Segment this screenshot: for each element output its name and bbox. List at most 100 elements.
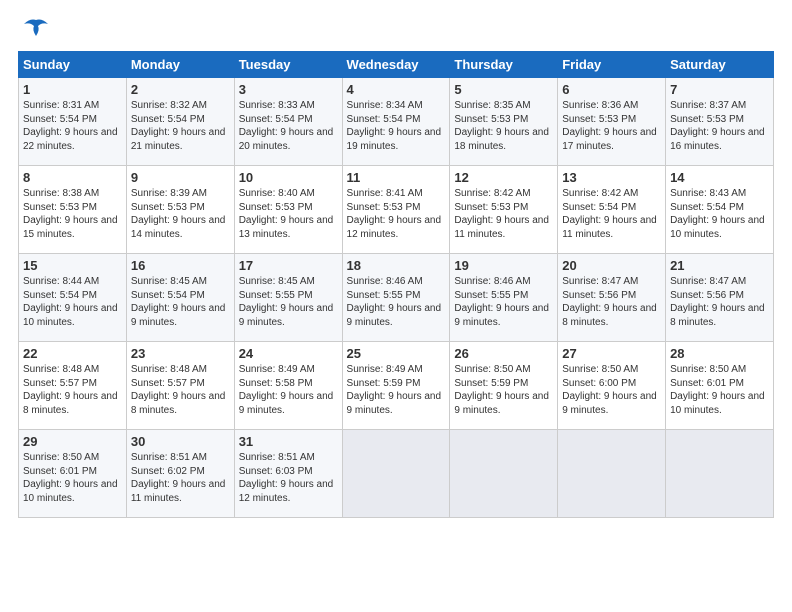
day-number: 23 bbox=[131, 346, 230, 361]
header-day-thursday: Thursday bbox=[450, 52, 558, 78]
day-number: 9 bbox=[131, 170, 230, 185]
cell-details: Sunrise: 8:51 AMSunset: 6:03 PMDaylight:… bbox=[239, 452, 334, 504]
calendar-cell: 29 Sunrise: 8:50 AMSunset: 6:01 PMDaylig… bbox=[19, 430, 127, 518]
day-number: 1 bbox=[23, 82, 122, 97]
day-number: 12 bbox=[454, 170, 553, 185]
day-number: 2 bbox=[131, 82, 230, 97]
header-day-monday: Monday bbox=[126, 52, 234, 78]
cell-details: Sunrise: 8:41 AMSunset: 5:53 PMDaylight:… bbox=[347, 188, 442, 240]
cell-details: Sunrise: 8:36 AMSunset: 5:53 PMDaylight:… bbox=[562, 100, 657, 152]
calendar-cell: 23 Sunrise: 8:48 AMSunset: 5:57 PMDaylig… bbox=[126, 342, 234, 430]
cell-details: Sunrise: 8:49 AMSunset: 5:58 PMDaylight:… bbox=[239, 364, 334, 416]
logo bbox=[18, 18, 50, 45]
day-number: 20 bbox=[562, 258, 661, 273]
calendar-cell bbox=[342, 430, 450, 518]
day-number: 19 bbox=[454, 258, 553, 273]
day-number: 21 bbox=[670, 258, 769, 273]
day-number: 8 bbox=[23, 170, 122, 185]
cell-details: Sunrise: 8:44 AMSunset: 5:54 PMDaylight:… bbox=[23, 276, 118, 328]
header-day-wednesday: Wednesday bbox=[342, 52, 450, 78]
day-number: 5 bbox=[454, 82, 553, 97]
cell-details: Sunrise: 8:46 AMSunset: 5:55 PMDaylight:… bbox=[454, 276, 549, 328]
calendar-cell: 12 Sunrise: 8:42 AMSunset: 5:53 PMDaylig… bbox=[450, 166, 558, 254]
cell-details: Sunrise: 8:47 AMSunset: 5:56 PMDaylight:… bbox=[670, 276, 765, 328]
calendar-cell: 19 Sunrise: 8:46 AMSunset: 5:55 PMDaylig… bbox=[450, 254, 558, 342]
calendar-cell: 5 Sunrise: 8:35 AMSunset: 5:53 PMDayligh… bbox=[450, 78, 558, 166]
calendar-cell: 18 Sunrise: 8:46 AMSunset: 5:55 PMDaylig… bbox=[342, 254, 450, 342]
cell-details: Sunrise: 8:37 AMSunset: 5:53 PMDaylight:… bbox=[670, 100, 765, 152]
calendar-cell: 28 Sunrise: 8:50 AMSunset: 6:01 PMDaylig… bbox=[666, 342, 774, 430]
page-container: SundayMondayTuesdayWednesdayThursdayFrid… bbox=[0, 0, 792, 528]
cell-details: Sunrise: 8:45 AMSunset: 5:55 PMDaylight:… bbox=[239, 276, 334, 328]
cell-details: Sunrise: 8:50 AMSunset: 6:01 PMDaylight:… bbox=[23, 452, 118, 504]
calendar-cell: 11 Sunrise: 8:41 AMSunset: 5:53 PMDaylig… bbox=[342, 166, 450, 254]
calendar-cell: 31 Sunrise: 8:51 AMSunset: 6:03 PMDaylig… bbox=[234, 430, 342, 518]
cell-details: Sunrise: 8:50 AMSunset: 6:01 PMDaylight:… bbox=[670, 364, 765, 416]
day-number: 22 bbox=[23, 346, 122, 361]
calendar-cell: 20 Sunrise: 8:47 AMSunset: 5:56 PMDaylig… bbox=[558, 254, 666, 342]
cell-details: Sunrise: 8:42 AMSunset: 5:53 PMDaylight:… bbox=[454, 188, 549, 240]
header-day-tuesday: Tuesday bbox=[234, 52, 342, 78]
cell-details: Sunrise: 8:38 AMSunset: 5:53 PMDaylight:… bbox=[23, 188, 118, 240]
day-number: 16 bbox=[131, 258, 230, 273]
calendar-table: SundayMondayTuesdayWednesdayThursdayFrid… bbox=[18, 51, 774, 518]
day-number: 25 bbox=[347, 346, 446, 361]
cell-details: Sunrise: 8:34 AMSunset: 5:54 PMDaylight:… bbox=[347, 100, 442, 152]
header-day-sunday: Sunday bbox=[19, 52, 127, 78]
calendar-week-1: 1 Sunrise: 8:31 AMSunset: 5:54 PMDayligh… bbox=[19, 78, 774, 166]
calendar-cell: 14 Sunrise: 8:43 AMSunset: 5:54 PMDaylig… bbox=[666, 166, 774, 254]
day-number: 30 bbox=[131, 434, 230, 449]
header-day-saturday: Saturday bbox=[666, 52, 774, 78]
day-number: 28 bbox=[670, 346, 769, 361]
calendar-cell: 30 Sunrise: 8:51 AMSunset: 6:02 PMDaylig… bbox=[126, 430, 234, 518]
calendar-cell: 10 Sunrise: 8:40 AMSunset: 5:53 PMDaylig… bbox=[234, 166, 342, 254]
day-number: 13 bbox=[562, 170, 661, 185]
cell-details: Sunrise: 8:39 AMSunset: 5:53 PMDaylight:… bbox=[131, 188, 226, 240]
day-number: 14 bbox=[670, 170, 769, 185]
cell-details: Sunrise: 8:50 AMSunset: 6:00 PMDaylight:… bbox=[562, 364, 657, 416]
cell-details: Sunrise: 8:50 AMSunset: 5:59 PMDaylight:… bbox=[454, 364, 549, 416]
cell-details: Sunrise: 8:35 AMSunset: 5:53 PMDaylight:… bbox=[454, 100, 549, 152]
cell-details: Sunrise: 8:48 AMSunset: 5:57 PMDaylight:… bbox=[131, 364, 226, 416]
calendar-cell bbox=[450, 430, 558, 518]
day-number: 4 bbox=[347, 82, 446, 97]
header-row: SundayMondayTuesdayWednesdayThursdayFrid… bbox=[19, 52, 774, 78]
day-number: 17 bbox=[239, 258, 338, 273]
cell-details: Sunrise: 8:48 AMSunset: 5:57 PMDaylight:… bbox=[23, 364, 118, 416]
calendar-cell bbox=[666, 430, 774, 518]
calendar-cell: 25 Sunrise: 8:49 AMSunset: 5:59 PMDaylig… bbox=[342, 342, 450, 430]
calendar-cell: 16 Sunrise: 8:45 AMSunset: 5:54 PMDaylig… bbox=[126, 254, 234, 342]
cell-details: Sunrise: 8:33 AMSunset: 5:54 PMDaylight:… bbox=[239, 100, 334, 152]
calendar-week-3: 15 Sunrise: 8:44 AMSunset: 5:54 PMDaylig… bbox=[19, 254, 774, 342]
cell-details: Sunrise: 8:45 AMSunset: 5:54 PMDaylight:… bbox=[131, 276, 226, 328]
calendar-cell: 3 Sunrise: 8:33 AMSunset: 5:54 PMDayligh… bbox=[234, 78, 342, 166]
calendar-cell: 4 Sunrise: 8:34 AMSunset: 5:54 PMDayligh… bbox=[342, 78, 450, 166]
cell-details: Sunrise: 8:32 AMSunset: 5:54 PMDaylight:… bbox=[131, 100, 226, 152]
calendar-cell: 13 Sunrise: 8:42 AMSunset: 5:54 PMDaylig… bbox=[558, 166, 666, 254]
day-number: 31 bbox=[239, 434, 338, 449]
cell-details: Sunrise: 8:46 AMSunset: 5:55 PMDaylight:… bbox=[347, 276, 442, 328]
calendar-cell bbox=[558, 430, 666, 518]
day-number: 29 bbox=[23, 434, 122, 449]
calendar-cell: 1 Sunrise: 8:31 AMSunset: 5:54 PMDayligh… bbox=[19, 78, 127, 166]
cell-details: Sunrise: 8:31 AMSunset: 5:54 PMDaylight:… bbox=[23, 100, 118, 152]
day-number: 26 bbox=[454, 346, 553, 361]
header-day-friday: Friday bbox=[558, 52, 666, 78]
cell-details: Sunrise: 8:43 AMSunset: 5:54 PMDaylight:… bbox=[670, 188, 765, 240]
calendar-week-2: 8 Sunrise: 8:38 AMSunset: 5:53 PMDayligh… bbox=[19, 166, 774, 254]
calendar-cell: 7 Sunrise: 8:37 AMSunset: 5:53 PMDayligh… bbox=[666, 78, 774, 166]
cell-details: Sunrise: 8:49 AMSunset: 5:59 PMDaylight:… bbox=[347, 364, 442, 416]
cell-details: Sunrise: 8:40 AMSunset: 5:53 PMDaylight:… bbox=[239, 188, 334, 240]
day-number: 7 bbox=[670, 82, 769, 97]
day-number: 27 bbox=[562, 346, 661, 361]
header bbox=[18, 18, 774, 45]
day-number: 3 bbox=[239, 82, 338, 97]
day-number: 24 bbox=[239, 346, 338, 361]
day-number: 18 bbox=[347, 258, 446, 273]
calendar-cell: 15 Sunrise: 8:44 AMSunset: 5:54 PMDaylig… bbox=[19, 254, 127, 342]
calendar-cell: 9 Sunrise: 8:39 AMSunset: 5:53 PMDayligh… bbox=[126, 166, 234, 254]
calendar-cell: 21 Sunrise: 8:47 AMSunset: 5:56 PMDaylig… bbox=[666, 254, 774, 342]
cell-details: Sunrise: 8:42 AMSunset: 5:54 PMDaylight:… bbox=[562, 188, 657, 240]
calendar-cell: 24 Sunrise: 8:49 AMSunset: 5:58 PMDaylig… bbox=[234, 342, 342, 430]
logo-bird-icon bbox=[22, 18, 50, 45]
